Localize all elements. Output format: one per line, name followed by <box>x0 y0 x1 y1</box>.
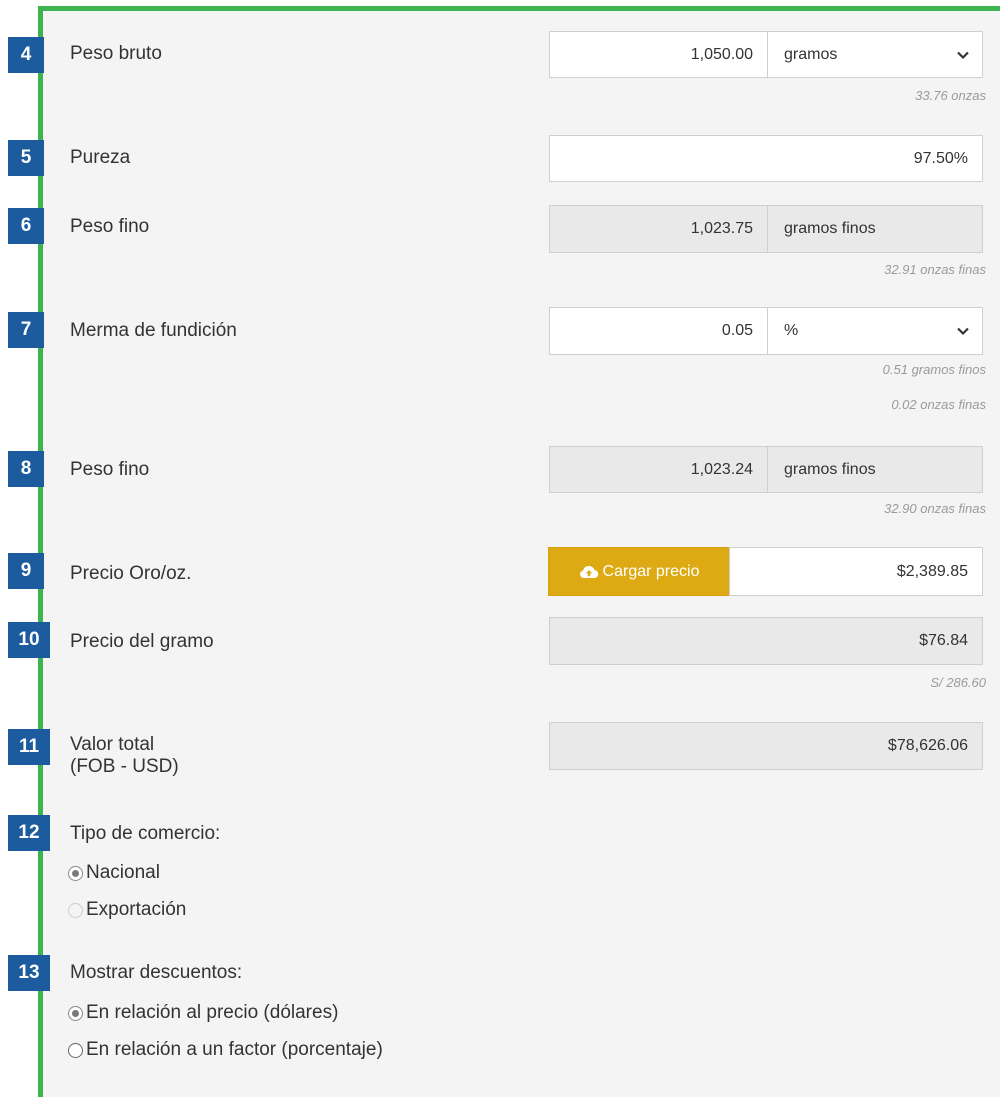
cargar-precio-button[interactable]: Cargar precio <box>548 547 730 596</box>
precio-gramo-field: $76.84 <box>549 617 983 665</box>
step-badge-13: 13 <box>8 955 50 991</box>
peso-fino-field: 1,023.75 <box>549 205 768 253</box>
radio-nacional-control[interactable] <box>68 865 83 881</box>
step-badge-5: 5 <box>8 140 44 176</box>
radio-exportacion-label: Exportación <box>86 899 187 920</box>
label-valor-total: Valor total <box>70 734 155 755</box>
chevron-down-icon <box>957 327 969 336</box>
radio-nacional-label: Nacional <box>86 862 160 883</box>
peso-fino-neto-unit-label: gramos finos <box>784 460 876 478</box>
peso-fino-neto-onzas-hint: 32.90 onzas finas <box>884 501 986 516</box>
radio-descuento-factor-label: En relación a un factor (porcentaje) <box>86 1039 383 1060</box>
merma-unit-label: % <box>784 322 799 339</box>
radio-nacional[interactable]: Nacional <box>68 862 160 884</box>
label-merma-fundicion: Merma de fundición <box>70 320 237 341</box>
precio-oro-input[interactable]: $2,389.85 <box>729 547 983 596</box>
merma-gramos-hint: 0.51 gramos finos <box>882 362 986 377</box>
label-precio-oro-oz: Precio Oro/oz. <box>70 563 192 584</box>
radio-exportacion[interactable]: Exportación <box>68 899 186 921</box>
chevron-down-icon <box>957 51 969 59</box>
valor-total-field: $78,626.06 <box>549 722 983 770</box>
peso-fino-neto-unit: gramos finos <box>767 446 983 493</box>
merma-input[interactable]: 0.05 <box>549 307 768 355</box>
label-valor-total-sub: (FOB - USD) <box>70 756 179 777</box>
peso-bruto-unit-select[interactable]: gramos <box>767 31 983 78</box>
peso-fino-unit-label: gramos finos <box>784 220 876 237</box>
radio-descuento-factor-control[interactable] <box>68 1042 83 1058</box>
label-mostrar-descuentos: Mostrar descuentos: <box>70 962 243 983</box>
step-badge-11: 11 <box>8 729 50 765</box>
radio-exportacion-control[interactable] <box>68 902 83 918</box>
peso-fino-onzas-hint: 32.91 onzas finas <box>884 262 986 277</box>
cloud-upload-icon <box>579 565 598 578</box>
peso-fino-neto-field: 1,023.24 <box>549 446 768 493</box>
merma-unit-select[interactable]: % <box>767 307 983 355</box>
label-tipo-comercio: Tipo de comercio: <box>70 823 221 844</box>
peso-bruto-unit-label: gramos <box>784 45 838 63</box>
radio-descuento-precio-label: En relación al precio (dólares) <box>86 1002 339 1023</box>
label-pureza: Pureza <box>70 147 131 168</box>
peso-bruto-input[interactable]: 1,050.00 <box>549 31 768 78</box>
precio-gramo-soles-hint: S/ 286.60 <box>930 675 986 690</box>
step-badge-12: 12 <box>8 815 50 851</box>
pureza-input[interactable]: 97.50% <box>549 135 983 182</box>
step-badge-6: 6 <box>8 208 44 244</box>
merma-onzas-hint: 0.02 onzas finas <box>891 397 986 412</box>
peso-bruto-onzas-hint: 33.76 onzas <box>915 88 986 103</box>
cargar-precio-label: Cargar precio <box>602 562 700 580</box>
step-badge-8: 8 <box>8 451 44 487</box>
step-badge-4: 4 <box>8 37 44 73</box>
radio-descuento-precio[interactable]: En relación al precio (dólares) <box>68 1002 338 1024</box>
peso-fino-unit: gramos finos <box>767 205 983 253</box>
radio-descuento-factor[interactable]: En relación a un factor (porcentaje) <box>68 1039 383 1061</box>
step-badge-7: 7 <box>8 312 44 348</box>
step-badge-9: 9 <box>8 553 44 589</box>
label-peso-fino: Peso fino <box>70 216 150 237</box>
radio-descuento-precio-control[interactable] <box>68 1005 83 1021</box>
label-peso-bruto: Peso bruto <box>70 43 162 64</box>
step-badge-10: 10 <box>8 622 50 658</box>
label-precio-gramo: Precio del gramo <box>70 631 214 652</box>
label-peso-fino-2: Peso fino <box>70 459 150 480</box>
